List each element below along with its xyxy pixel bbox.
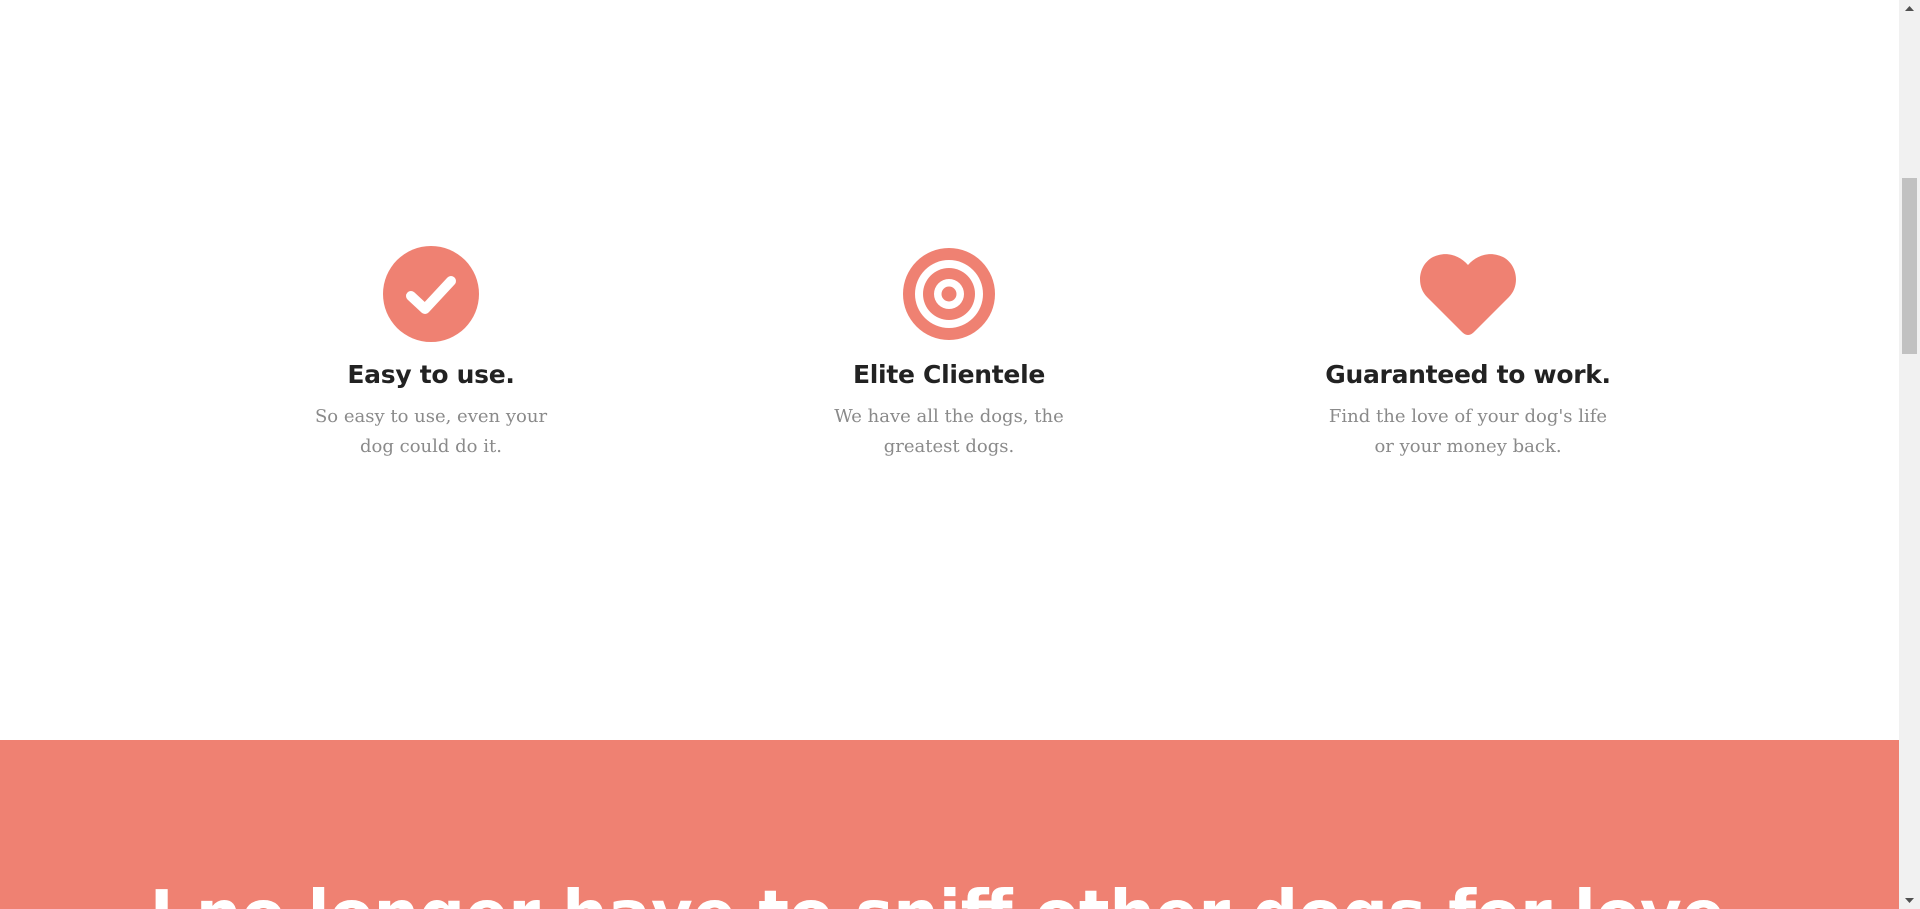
features-section: Easy to use. So easy to use, even your d… bbox=[0, 0, 1899, 740]
testimonial-banner: I no longer have to sniff other dogs for… bbox=[0, 740, 1899, 909]
feature-title: Guaranteed to work. bbox=[1325, 360, 1611, 389]
heart-icon bbox=[1420, 254, 1516, 335]
scroll-down-button[interactable] bbox=[1899, 892, 1920, 909]
feature-easy-to-use: Easy to use. So easy to use, even your d… bbox=[281, 244, 581, 462]
feature-title: Elite Clientele bbox=[853, 360, 1045, 389]
vertical-scrollbar[interactable] bbox=[1899, 0, 1920, 909]
scroll-up-button[interactable] bbox=[1899, 0, 1920, 17]
feature-description: So easy to use, even your dog could do i… bbox=[314, 406, 548, 457]
target-icon bbox=[903, 248, 995, 340]
feature-icon-wrap bbox=[281, 244, 581, 344]
feature-icon-wrap bbox=[799, 244, 1099, 344]
feature-description: We have all the dogs, the greatest dogs. bbox=[834, 406, 1064, 457]
scroll-up-arrow-icon bbox=[1905, 6, 1914, 11]
feature-guaranteed-to-work: Guaranteed to work. Find the love of you… bbox=[1318, 244, 1618, 462]
check-circle-icon bbox=[383, 246, 479, 342]
testimonial-heading: I no longer have to sniff other dogs for… bbox=[0, 877, 1899, 909]
feature-description: Find the love of your dog's life or your… bbox=[1328, 406, 1608, 457]
scrollbar-thumb[interactable] bbox=[1902, 178, 1917, 354]
feature-elite-clientele: Elite Clientele We have all the dogs, th… bbox=[799, 244, 1099, 462]
feature-icon-wrap bbox=[1318, 244, 1618, 344]
landing-page: Easy to use. So easy to use, even your d… bbox=[0, 0, 1899, 909]
scroll-down-arrow-icon bbox=[1905, 898, 1914, 903]
feature-title: Easy to use. bbox=[347, 360, 515, 389]
